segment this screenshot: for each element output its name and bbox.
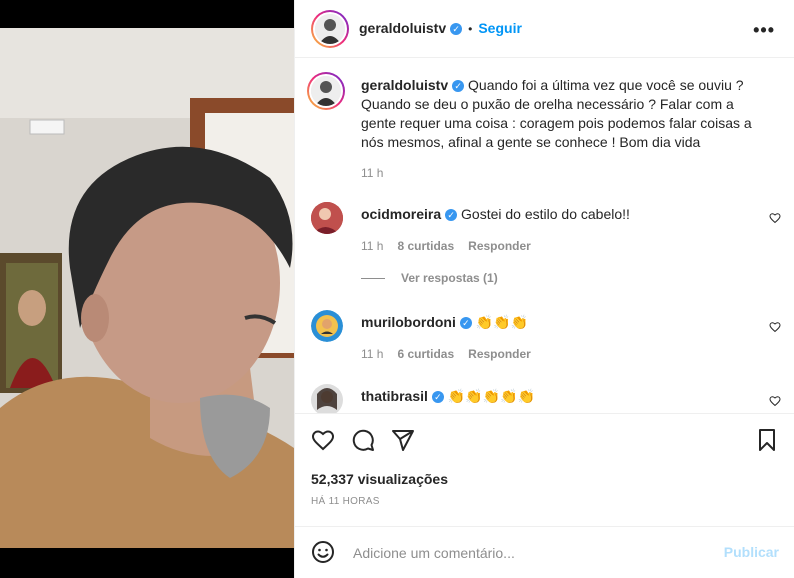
bookmark-icon[interactable] [755,428,781,454]
verified-badge-icon: ✓ [431,391,444,404]
comment-meta: 11 h 6 curtidas Responder [361,347,531,361]
avatar-image [311,76,341,106]
comment-avatar[interactable] [311,384,343,413]
share-icon[interactable] [391,428,417,454]
verified-badge-icon: ✓ [450,22,463,35]
comment-username[interactable]: murilobordoni [361,314,456,330]
emoji-icon[interactable] [311,540,335,564]
avatar-image [311,310,343,342]
comment-icon[interactable] [351,428,377,454]
verified-badge-icon: ✓ [445,209,458,222]
author-username[interactable]: geraldoluistv [359,20,446,36]
comment-likes[interactable]: 6 curtidas [397,347,454,361]
more-options-icon[interactable]: ••• [753,20,775,41]
comment-text: 👏👏👏 [475,314,529,330]
video-player[interactable] [0,28,294,548]
caption-avatar[interactable] [307,72,345,110]
comment-input[interactable] [351,541,715,565]
view-replies-button[interactable]: Ver respostas (1) [361,271,498,285]
comment-avatar[interactable] [311,202,343,234]
comment-text: Gostei do estilo do cabelo!! [461,206,630,222]
avatar-image [311,202,343,234]
follow-button[interactable]: Seguir [478,20,522,36]
separator-dot: • [468,22,473,36]
comment-avatar[interactable] [311,310,343,342]
comments-section: geraldoluistv ✓ Quando foi a última vez q… [295,58,794,413]
media-panel [0,0,294,578]
reply-button[interactable]: Responder [468,239,531,253]
verified-badge-icon: ✓ [459,317,472,330]
caption-username[interactable]: geraldoluistv [361,77,448,93]
post-timestamp[interactable]: HÁ 11 HORAS [311,496,380,507]
post-header: geraldoluistv ✓ • Seguir ••• [295,0,794,58]
caption-time[interactable]: 11 h [361,166,383,180]
post-actions-bar [295,413,794,463]
video-frame [0,28,294,548]
comment-text: 👏👏👏👏👏 [447,388,535,404]
comment-meta: 11 h 8 curtidas Responder [361,239,531,253]
author-avatar[interactable] [311,10,349,48]
details-panel: geraldoluistv ✓ • Seguir ••• geraldoluistv ✓… [294,0,794,578]
comment-time[interactable]: 11 h [361,347,383,361]
add-comment-bar: Publicar [295,526,794,578]
replies-divider [361,278,385,280]
comment-username[interactable]: ocidmoreira [361,206,441,222]
comment-time[interactable]: 11 h [361,239,383,253]
comment-item: murilobordoni ✓ 👏👏👏 [361,314,528,331]
avatar-image [315,14,345,44]
comment-item: thatibrasil ✓ 👏👏👏👏👏 [361,388,535,405]
reply-button[interactable]: Responder [468,347,531,361]
comment-like-icon[interactable] [769,394,781,407]
heart-icon[interactable] [311,428,337,454]
comment-like-icon[interactable] [769,211,781,224]
avatar-image [311,384,343,413]
comment-item: ocidmoreira ✓ Gostei do estilo do cabelo!… [361,206,630,222]
comment-username[interactable]: thatibrasil [361,388,428,404]
comment-likes[interactable]: 8 curtidas [397,239,454,253]
verified-badge-icon: ✓ [452,80,465,93]
publish-button[interactable]: Publicar [724,544,779,560]
post-dialog: geraldoluistv ✓ • Seguir ••• geraldoluistv ✓… [0,0,794,578]
post-caption: geraldoluistv ✓ Quando foi a última vez q… [361,76,761,152]
comment-like-icon[interactable] [769,320,781,333]
views-count[interactable]: 52,337 visualizações [311,471,448,487]
